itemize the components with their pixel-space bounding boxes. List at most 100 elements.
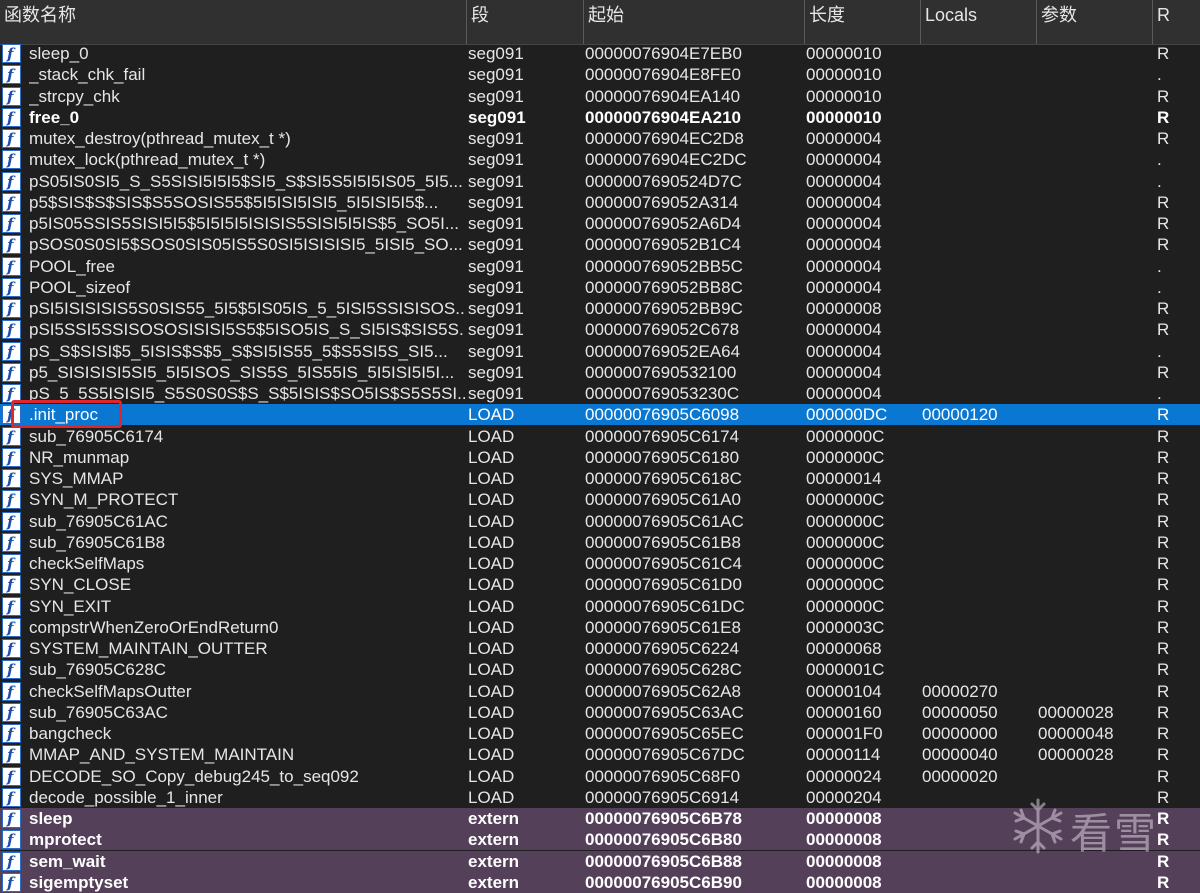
table-row[interactable]: f free_0 seg091 00000076904EA210 00000010 R [0, 107, 1200, 128]
function-icon: f [2, 787, 21, 807]
cell-function-name: pSI5SSI5SSISOSOSISISI5S5$5ISO5IS_S_SI5IS… [29, 320, 465, 340]
table-row[interactable]: f _strcpy_chk seg091 00000076904EA140 000000… [0, 86, 1200, 107]
column-header-locals[interactable]: Locals [921, 0, 1037, 44]
cell-arguments [1038, 553, 1150, 574]
svg-text:f: f [6, 449, 16, 466]
column-header-arguments[interactable]: 参数 [1037, 0, 1153, 44]
cell-r-flag: R [1157, 86, 1170, 106]
table-row[interactable]: f bangcheck LOAD 00000076905C65EC 000001F0 00… [0, 723, 1200, 744]
svg-text:f: f [6, 768, 16, 785]
table-row[interactable]: f SYS_MMAP LOAD 00000076905C618C 00000014 R [0, 468, 1200, 489]
table-row[interactable]: f sub_76905C61AC LOAD 00000076905C61AC 00000… [0, 511, 1200, 532]
column-header-r[interactable]: R [1153, 0, 1200, 44]
cell-function-name: SYN_EXIT [29, 596, 112, 616]
column-header-segment[interactable]: 段 [467, 0, 584, 44]
cell-start-address: 000000769052BB9C [585, 299, 743, 318]
cell-arguments [1038, 468, 1150, 489]
cell-function-name: checkSelfMapsOutter [29, 681, 192, 701]
column-header-length[interactable]: 长度 [805, 0, 921, 44]
cell-segment: LOAD [468, 405, 515, 425]
table-row[interactable]: f SYN_M_PROTECT LOAD 00000076905C61A0 000000… [0, 489, 1200, 510]
cell-start-address: 000000769052A314 [585, 192, 739, 212]
cell-segment: seg091 [468, 171, 524, 191]
table-row[interactable]: f checkSelfMaps LOAD 00000076905C61C4 000000… [0, 553, 1200, 574]
cell-function-name: SYS_MMAP [29, 469, 124, 488]
function-icon: f [2, 809, 21, 828]
table-row[interactable]: f SYN_EXIT LOAD 00000076905C61DC 0000000C R [0, 596, 1200, 617]
table-row[interactable]: f POOL_free seg091 000000769052BB5C 00000004… [0, 256, 1200, 277]
cell-locals [922, 447, 1034, 468]
svg-text:f: f [6, 151, 16, 168]
cell-locals [922, 468, 1034, 489]
cell-arguments [1038, 766, 1150, 787]
function-icon: f [2, 362, 21, 382]
table-row[interactable]: f sigemptyset extern 00000076905C6B90 000000… [0, 871, 1200, 893]
function-icon: f [2, 192, 21, 212]
cell-r-flag: R [1157, 511, 1170, 531]
cell-segment: LOAD [468, 554, 515, 573]
cell-start-address: 00000076905C6098 [585, 405, 740, 425]
cell-length: 00000068 [806, 639, 882, 658]
cell-length: 000000DC [806, 405, 888, 425]
cell-function-name: sleep_0 [29, 44, 89, 63]
table-row[interactable]: f pS05IS0SI5_S_S5SISI5I5I5$SI5_S$SI5S5I5I… [0, 171, 1200, 192]
table-row[interactable]: f sub_76905C628C LOAD 00000076905C628C 00000… [0, 659, 1200, 680]
cell-locals [922, 638, 1034, 659]
table-row[interactable]: f p5IS05SSIS5SISI5I5$5I5I5I5ISISIS5SISI5I… [0, 213, 1200, 234]
cell-length: 00000160 [806, 702, 882, 722]
cell-length: 00000010 [806, 44, 882, 63]
cell-arguments [1038, 64, 1150, 85]
table-row[interactable]: f pSI5SSI5SSISOSOSISISI5S5$5ISO5IS_S_SI5I… [0, 319, 1200, 340]
function-icon: f [2, 214, 21, 233]
cell-r-flag: R [1157, 872, 1170, 892]
cell-length: 00000004 [806, 256, 882, 276]
column-header-function-name[interactable]: 函数名称 [0, 0, 467, 44]
table-row[interactable]: f SYN_CLOSE LOAD 00000076905C61D0 0000000C R [0, 574, 1200, 595]
table-row[interactable]: f MMAP_AND_SYSTEM_MAINTAIN LOAD 00000076905… [0, 744, 1200, 765]
cell-arguments [1038, 256, 1150, 277]
cell-length: 0000000C [806, 575, 885, 595]
column-header-start[interactable]: 起始 [584, 0, 805, 44]
table-row[interactable]: f p5$SIS$S$SIS$S5SOSIS55$5I5ISI5ISI5_5I5I… [0, 192, 1200, 213]
table-row[interactable]: f POOL_sizeof seg091 000000769052BB8C 000000… [0, 277, 1200, 298]
svg-text:f: f [6, 853, 16, 870]
cell-segment: LOAD [468, 490, 515, 510]
table-row[interactable]: f sub_76905C6174 LOAD 00000076905C6174 00000… [0, 426, 1200, 447]
table-row[interactable]: f _stack_chk_fail seg091 00000076904E8FE0 00… [0, 64, 1200, 85]
cell-arguments [1038, 277, 1150, 298]
table-row[interactable]: f SYSTEM_MAINTAIN_OUTTER LOAD 00000076905C6… [0, 638, 1200, 659]
svg-text:f: f [6, 109, 16, 126]
table-row[interactable]: f mutex_destroy(pthread_mutex_t *) seg091 0… [0, 128, 1200, 149]
function-icon: f [2, 235, 21, 255]
table-row[interactable]: f .init_proc LOAD 00000076905C6098 000000DC 0… [0, 404, 1200, 426]
table-row[interactable]: f NR_munmap LOAD 00000076905C6180 0000000C R [0, 447, 1200, 468]
table-row[interactable]: f checkSelfMapsOutter LOAD 00000076905C62A8… [0, 681, 1200, 702]
svg-text:f: f [6, 555, 16, 572]
cell-start-address: 00000076904E8FE0 [585, 65, 741, 85]
svg-text:f: f [6, 534, 16, 551]
cell-start-address: 00000076905C6B78 [585, 809, 742, 828]
function-icon: f [2, 532, 21, 552]
cell-length: 00000010 [806, 107, 882, 127]
table-row[interactable]: f sub_76905C61B8 LOAD 00000076905C61B8 00000… [0, 532, 1200, 553]
function-icon: f [2, 851, 21, 871]
table-row[interactable]: f DECODE_SO_Copy_debug245_to_seq092 LOAD 00… [0, 766, 1200, 787]
table-row[interactable]: f pS_S$SISI$5_5ISIS$S$5_S$SI5IS55_5$S5SI5… [0, 341, 1200, 362]
cell-arguments [1038, 596, 1150, 617]
table-row[interactable]: f mutex_lock(pthread_mutex_t *) seg091 0000… [0, 149, 1200, 170]
cell-start-address: 00000076905C68F0 [585, 766, 741, 786]
svg-text:f: f [6, 428, 16, 445]
table-row[interactable]: f pSOS0S0SI5$SOS0SIS05IS5S0SI5ISISISI5_5I… [0, 234, 1200, 255]
cell-start-address: 00000076905C6180 [585, 447, 740, 467]
table-row[interactable]: f sleep_0 seg091 00000076904E7EB0 00000010 R [0, 43, 1200, 64]
cell-length: 00000004 [806, 150, 882, 170]
table-row[interactable]: f p5_SISISISI5SI5_5I5ISOS_SIS5S_5IS55IS_5… [0, 362, 1200, 383]
cell-start-address: 00000076905C61C4 [585, 554, 742, 573]
cell-locals [922, 617, 1034, 638]
cell-start-address: 00000076905C6224 [585, 639, 740, 658]
table-row[interactable]: f pS_5_5S5ISISI5_S5S0S0S$S_S$5ISIS$SO5IS$… [0, 383, 1200, 404]
cell-r-flag: R [1157, 129, 1170, 148]
table-row[interactable]: f sub_76905C63AC LOAD 00000076905C63AC 00000… [0, 702, 1200, 723]
table-row[interactable]: f compstrWhenZeroOrEndReturn0 LOAD 00000076… [0, 617, 1200, 638]
table-row[interactable]: f pSI5ISISISIS5S0SIS55_5I5$5IS05IS_5_5ISI… [0, 298, 1200, 319]
